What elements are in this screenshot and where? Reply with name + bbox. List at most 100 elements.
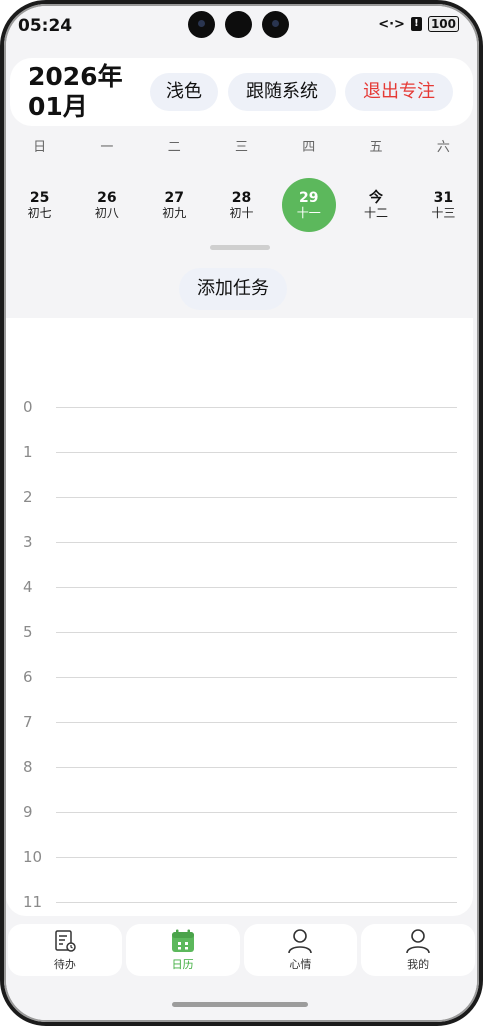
lunar-date: 十一 [296,206,321,220]
hour-label: 0 [23,398,33,416]
screen: 05:24 <·> ! 100 2026年 01月 浅色 跟随系统 退出专注 日… [6,6,477,1020]
camera-icon [262,11,289,38]
hour-row: 4 [6,578,473,598]
date-number: 25 [29,190,50,206]
hour-label: 5 [23,623,33,641]
hour-divider [56,587,457,588]
hour-divider [56,767,457,768]
date-cell[interactable]: 28 初十 [208,178,275,232]
hour-row: 2 [6,488,473,508]
weekday-row: 日 一 二 三 四 五 六 [6,136,477,155]
hour-label: 4 [23,578,33,596]
nav-profile[interactable]: 我的 [361,924,475,976]
nav-label: 我的 [407,958,430,971]
signal-icon: <·> [378,16,405,32]
hour-label: 9 [23,803,33,821]
hour-divider [56,902,457,903]
hour-row: 0 [6,398,473,418]
lunar-date: 十三 [431,206,456,220]
nav-calendar[interactable]: 日历 [125,924,240,976]
hour-divider [56,857,457,858]
home-indicator[interactable] [172,1002,308,1007]
camera-cutout [188,11,289,38]
lunar-date: 初九 [162,206,187,220]
hour-divider [56,677,457,678]
calendar-icon [171,929,194,952]
drag-handle[interactable] [210,245,270,250]
add-task-button[interactable]: 添加任务 [179,268,287,310]
lunar-date: 初七 [27,206,52,220]
nav-label: 日历 [171,958,194,971]
hour-divider [56,722,457,723]
lunar-date: 十二 [364,206,389,220]
status-time: 05:24 [18,16,73,36]
hour-label: 2 [23,488,33,506]
hour-row: 1 [6,443,473,463]
hour-label: 3 [23,533,33,551]
date-number: 27 [164,190,184,206]
hour-row: 11 [6,893,473,913]
nav-mood[interactable]: 心情 [243,924,358,976]
date-number: 29 [299,190,319,206]
weekday-label: 二 [167,140,181,155]
selected-date-circle: 29 十一 [281,178,336,232]
hour-divider [56,452,457,453]
title-year: 2026年 [28,62,123,91]
hour-label: 10 [23,848,43,866]
date-cell-today[interactable]: 今 十二 [342,178,409,232]
light-theme-button[interactable]: 浅色 [150,73,218,111]
weekday-label: 三 [234,140,248,155]
nav-label: 心情 [289,958,312,971]
camera-icon [225,11,252,38]
follow-system-button[interactable]: 跟随系统 [228,73,336,111]
hour-divider [56,542,457,543]
date-number: 31 [433,190,454,206]
date-cell[interactable]: 25 初七 [6,178,73,232]
timeline[interactable]: 0 1 2 3 4 5 6 7 8 9 10 11 [6,318,473,916]
title-month: 01月 [28,92,88,121]
camera-icon [188,11,215,38]
date-cell[interactable]: 31 十三 [410,178,477,232]
weekday-label: 日 [33,140,47,155]
hour-divider [56,497,457,498]
alert-icon: ! [410,17,422,31]
hour-row: 7 [6,713,473,733]
bottom-nav: 待办 日历 心情 我的 [6,924,477,976]
hour-row: 8 [6,758,473,778]
date-cell[interactable]: 27 初九 [141,178,208,232]
hour-row: 10 [6,848,473,868]
exit-focus-button[interactable]: 退出专注 [345,73,453,111]
date-number: 今 [369,190,384,206]
lunar-date: 初八 [94,206,119,220]
page-title: 2026年 01月 [28,62,123,122]
week-dates: 25 初七 26 初八 27 初九 28 初十 29 十一 今 十二 31 十三 [6,178,477,232]
hour-row: 5 [6,623,473,643]
nav-todo[interactable]: 待办 [8,924,122,976]
hour-label: 7 [23,713,33,731]
todo-list-icon [55,930,76,952]
date-number: 28 [231,190,252,206]
hour-divider [56,632,457,633]
status-icons: <·> ! 100 [378,16,459,32]
weekday-label: 五 [369,140,383,155]
hour-label: 8 [23,758,33,776]
lunar-date: 初十 [229,206,254,220]
weekday-label: 一 [100,140,114,155]
person-icon [406,929,430,954]
hour-label: 11 [23,893,43,911]
header-card: 2026年 01月 浅色 跟随系统 退出专注 [10,58,473,126]
date-number: 26 [97,190,117,206]
date-cell-selected[interactable]: 29 十一 [275,178,342,232]
weekday-label: 四 [302,140,316,155]
hour-divider [56,812,457,813]
hour-row: 3 [6,533,473,553]
hour-row: 9 [6,803,473,823]
hour-row: 6 [6,668,473,688]
person-icon [288,929,313,954]
weekday-label: 六 [436,140,450,155]
battery-icon: 100 [427,16,459,32]
nav-label: 待办 [53,958,76,971]
hour-label: 1 [23,443,33,461]
hour-divider [56,407,457,408]
date-cell[interactable]: 26 初八 [73,178,140,232]
